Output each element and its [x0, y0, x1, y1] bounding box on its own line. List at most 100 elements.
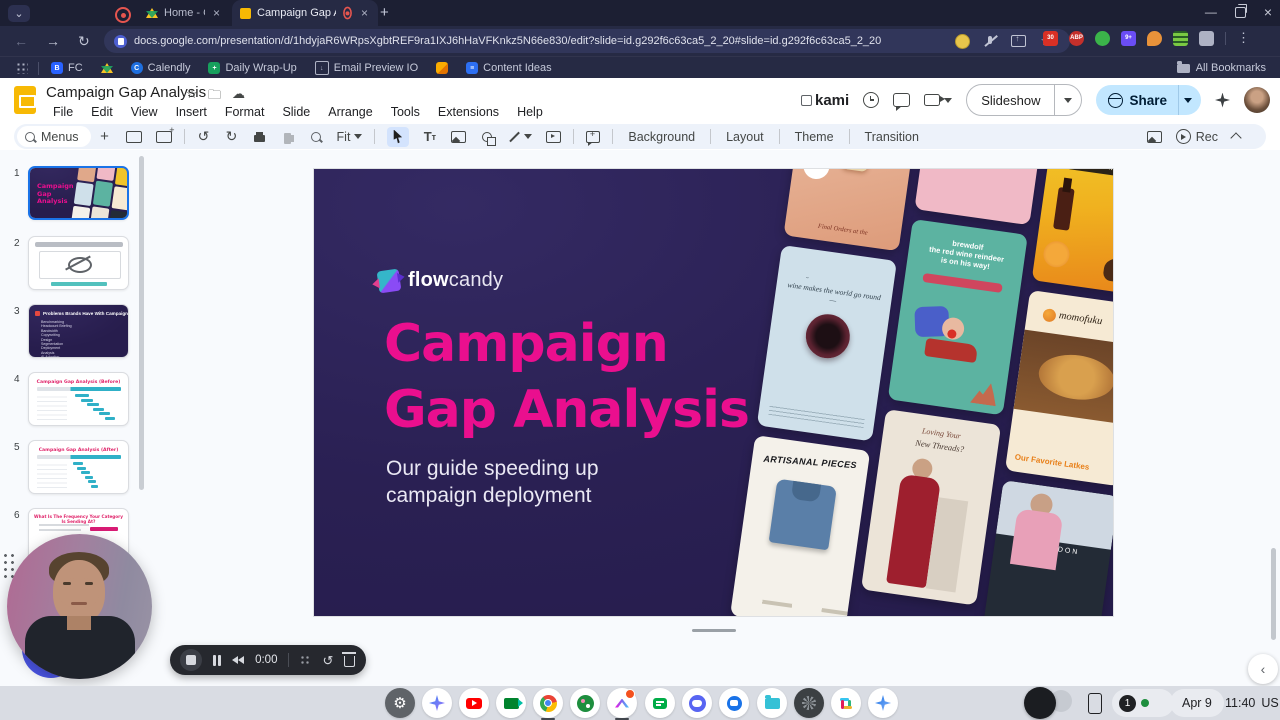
slide-thumbnail-2[interactable] [28, 236, 129, 290]
slide-thumbnail-1[interactable]: Campaign Gap Analysis [28, 166, 129, 220]
green-extension-icon[interactable] [1095, 30, 1110, 46]
back-icon[interactable]: ← [14, 33, 28, 49]
assistant-app-icon[interactable] [422, 688, 452, 718]
new-slide-layout-icon[interactable] [155, 125, 175, 147]
bookmark-fc[interactable]: B FC [51, 62, 83, 74]
menu-edit[interactable]: Edit [84, 104, 120, 120]
delete-recording-button[interactable] [342, 652, 357, 667]
close-tab-icon[interactable]: × [211, 6, 222, 20]
background-button[interactable]: Background [618, 130, 705, 144]
menu-view[interactable]: View [124, 104, 165, 120]
bookmark-daily-wrap-up[interactable]: + Daily Wrap-Up [208, 62, 297, 74]
calendar-extension-icon[interactable]: 30 [1043, 30, 1058, 46]
premium-sparkle-icon[interactable] [1215, 92, 1230, 108]
redo-icon[interactable]: ↻ [225, 127, 239, 147]
striped-extension-icon[interactable] [1173, 30, 1188, 46]
collapse-widget-button[interactable]: ‹ [1248, 654, 1278, 684]
theme-button[interactable]: Theme [785, 130, 844, 144]
browser-menu-icon[interactable]: ⋮ [1237, 30, 1250, 46]
slack-app-icon[interactable] [831, 688, 861, 718]
webcam-overlay[interactable] [7, 534, 152, 679]
image-generate-icon[interactable] [1146, 130, 1162, 143]
slideshow-dropdown[interactable] [1054, 85, 1081, 115]
gemini-app-icon[interactable] [868, 688, 898, 718]
search-menus-button[interactable]: Menus [17, 126, 91, 147]
notification-counter[interactable]: 1 [1112, 689, 1174, 717]
youtube-app-icon[interactable] [459, 688, 489, 718]
bookmark-calendly[interactable]: C Calendly [130, 62, 190, 74]
insert-comment-icon[interactable] [586, 127, 601, 147]
tab-search-button[interactable]: ⌄ [8, 5, 30, 22]
star-icon[interactable]: ☆ [186, 86, 198, 102]
forward-icon[interactable]: → [46, 33, 60, 49]
page-scrollbar[interactable] [1271, 548, 1276, 640]
undo-icon[interactable]: ↺ [197, 127, 211, 147]
print-icon[interactable] [253, 127, 267, 147]
slideshow-button[interactable]: Slideshow [966, 84, 1083, 116]
notes-divider-handle[interactable] [692, 629, 736, 632]
minimize-button[interactable]: — [1205, 5, 1217, 19]
insert-line-icon[interactable] [508, 127, 533, 147]
paint-format-icon[interactable] [281, 127, 295, 147]
slide-thumbnail-5[interactable]: Campaign Gap Analysis (After) [28, 440, 129, 494]
menu-help[interactable]: Help [510, 104, 550, 120]
meet-camera-button[interactable] [924, 94, 953, 106]
chrome-app-icon[interactable] [533, 688, 563, 718]
extensions-puzzle-icon[interactable] [1199, 30, 1214, 46]
insert-image-icon[interactable] [450, 127, 466, 147]
new-tab-button[interactable]: + [380, 4, 389, 21]
menu-file[interactable]: File [46, 104, 80, 120]
kami-extension-button[interactable]: kami [801, 92, 849, 109]
layout-button[interactable]: Layout [716, 130, 774, 144]
menu-arrange[interactable]: Arrange [321, 104, 379, 120]
bookmark-drive[interactable] [100, 63, 113, 73]
slide-layout-icon[interactable] [125, 127, 142, 147]
comments-icon[interactable] [893, 93, 911, 111]
meet-app-icon[interactable] [496, 688, 526, 718]
workspace-app-icon[interactable] [570, 688, 600, 718]
adblock-extension-icon[interactable]: ABP [1069, 30, 1084, 46]
stop-recording-button[interactable] [180, 649, 202, 671]
collapse-toolbar-icon[interactable] [1230, 132, 1242, 144]
close-tab-icon[interactable]: × [359, 6, 370, 20]
share-dropdown[interactable] [1178, 85, 1201, 115]
menu-slide[interactable]: Slide [275, 104, 317, 120]
reload-icon[interactable]: ↻ [78, 33, 90, 50]
close-window-button[interactable]: × [1264, 4, 1272, 20]
slide-title[interactable]: Campaign Gap Analysis [384, 311, 750, 443]
discord-app-icon[interactable] [682, 688, 712, 718]
settings-app-icon[interactable]: ⚙ [385, 688, 415, 718]
pause-recording-button[interactable] [213, 654, 222, 666]
files-app-icon[interactable] [757, 688, 787, 718]
recorder-grip-icon[interactable] [300, 654, 312, 666]
tab-campaign-gap-analysis[interactable]: Campaign Gap Analysis - G × [232, 0, 378, 26]
new-slide-button[interactable]: + [98, 127, 112, 147]
share-button[interactable]: Share [1096, 85, 1201, 115]
transition-button[interactable]: Transition [855, 130, 929, 144]
bookmark-content-ideas[interactable]: ≡ Content Ideas [466, 62, 552, 74]
document-title[interactable]: Campaign Gap Analysis [46, 84, 206, 101]
version-history-icon[interactable] [863, 92, 880, 108]
system-tray[interactable]: 11:40 US [1216, 689, 1280, 717]
all-bookmarks-button[interactable]: All Bookmarks [1176, 61, 1266, 74]
webcam-toggle-button[interactable] [1024, 687, 1056, 719]
nine-plus-extension-icon[interactable]: 9+ [1121, 30, 1136, 46]
clickup-app-icon[interactable] [607, 688, 637, 718]
slide-thumbnail-4[interactable]: Campaign Gap Analysis (Before) [28, 372, 129, 426]
zoom-select[interactable]: Fit [337, 127, 362, 147]
chat-app-icon[interactable] [645, 688, 675, 718]
apps-grid-icon[interactable] [16, 62, 28, 74]
menu-format[interactable]: Format [218, 104, 272, 120]
insert-video-icon[interactable] [546, 127, 562, 147]
rewind-button[interactable] [232, 656, 245, 664]
record-button[interactable]: Rec [1175, 129, 1218, 144]
mic-muted-icon[interactable] [984, 35, 997, 48]
restart-recording-button[interactable]: ↺ [322, 654, 333, 667]
bookmark-analytics[interactable] [436, 62, 449, 74]
user-avatar[interactable] [1244, 87, 1270, 113]
slide-subtitle[interactable]: Our guide speeding up campaign deploymen… [386, 455, 599, 509]
tab-home-drive[interactable]: Home - Google Drive × [138, 0, 230, 26]
slide-canvas[interactable]: LatteNirvana 15% OFF Final Orders at the… [314, 169, 1113, 616]
select-tool[interactable] [386, 126, 409, 147]
messages-app-icon[interactable] [719, 688, 749, 718]
